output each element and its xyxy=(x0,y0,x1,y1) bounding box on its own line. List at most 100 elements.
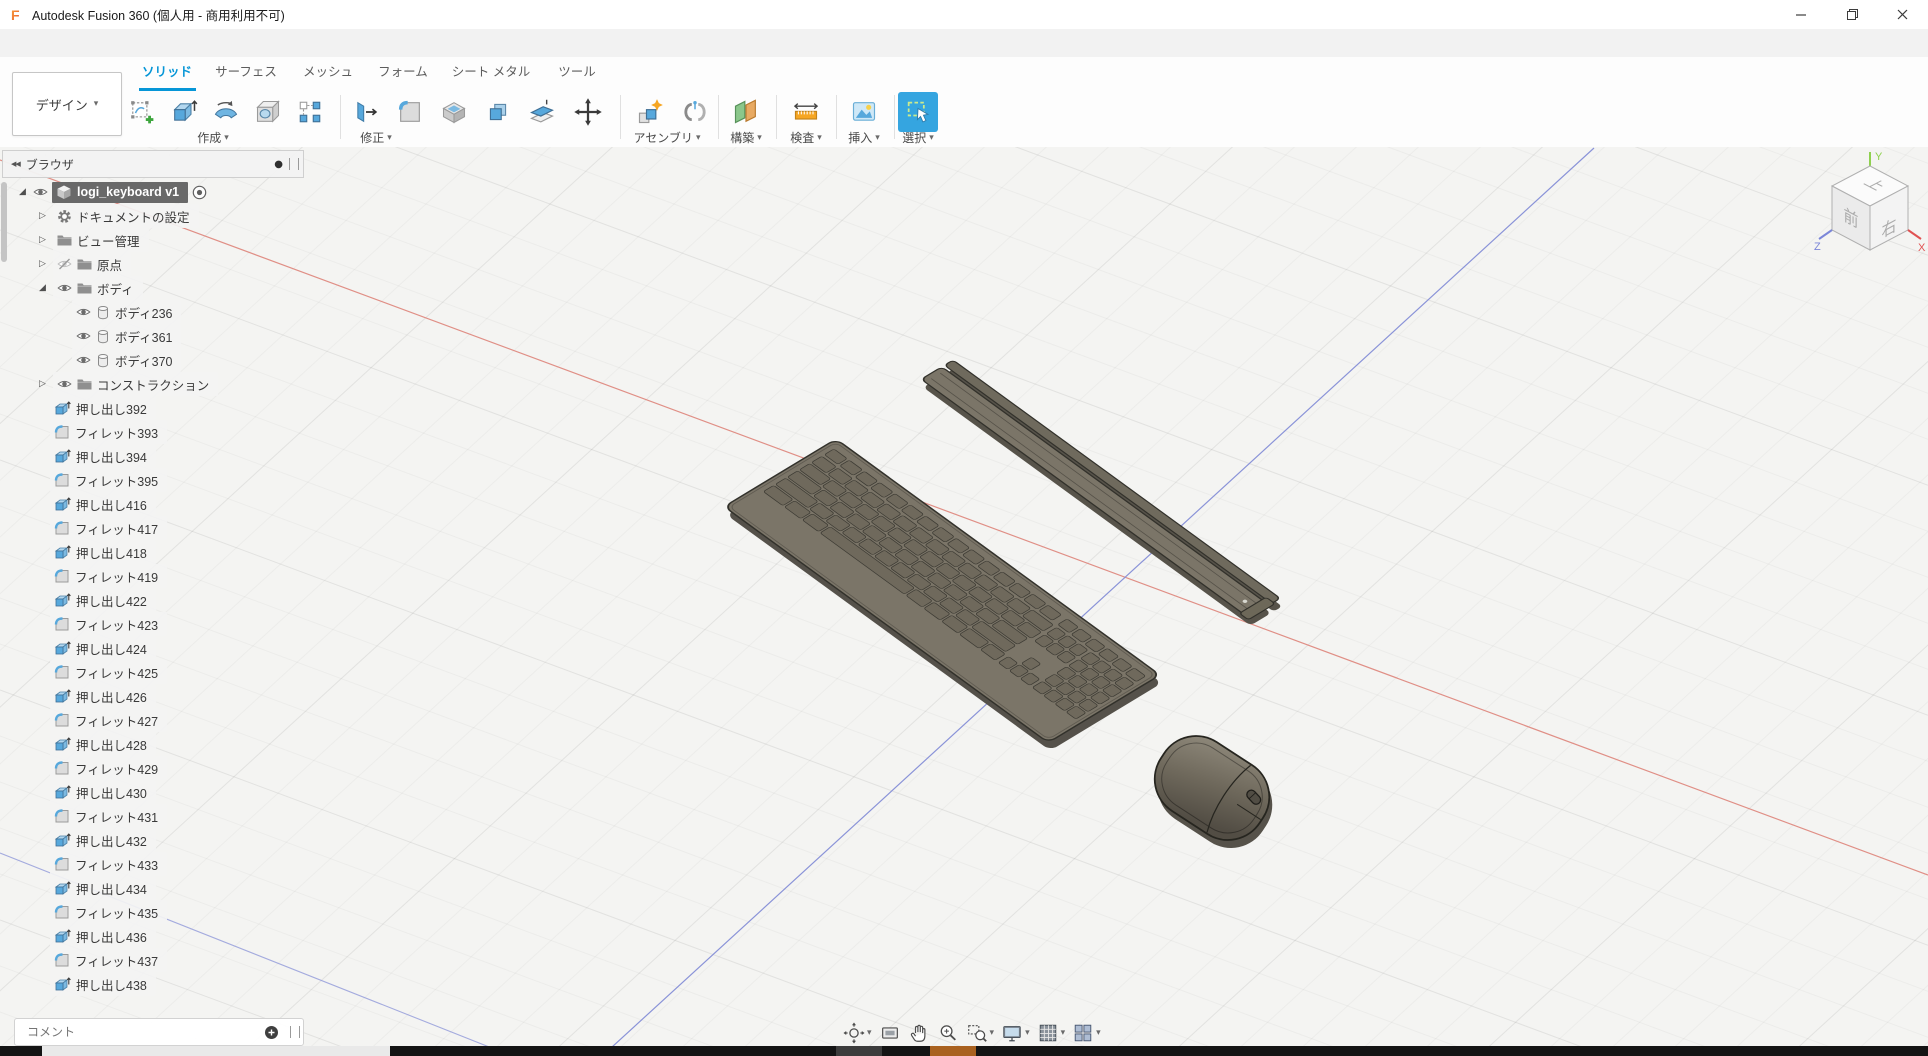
viewports-settings[interactable]: ▾ xyxy=(1072,1022,1101,1044)
new-component-button[interactable] xyxy=(633,95,667,129)
insert-canvas-button[interactable] xyxy=(847,95,881,129)
construction-plane-button[interactable] xyxy=(729,95,763,129)
combine-button[interactable] xyxy=(481,95,515,129)
browser-folder-item[interactable]: ▷原点 xyxy=(0,252,320,276)
close-button[interactable] xyxy=(1877,0,1928,29)
joint-button[interactable] xyxy=(678,95,712,129)
group-assemble[interactable]: アセンブリ▾ xyxy=(634,129,701,146)
comment-resize-handle[interactable] xyxy=(290,1026,300,1038)
group-create[interactable]: 作成▾ xyxy=(197,129,229,146)
history-feature-item[interactable]: 押し出し430 xyxy=(0,780,320,804)
history-feature-item[interactable]: フィレット431 xyxy=(0,804,320,828)
group-select[interactable]: 選択▾ xyxy=(902,129,934,146)
history-feature-item[interactable]: 押し出し424 xyxy=(0,636,320,660)
group-construct[interactable]: 構築▾ xyxy=(730,129,762,146)
offset-face-button[interactable] xyxy=(525,95,559,129)
fillet-button[interactable] xyxy=(393,95,427,129)
grid-icon xyxy=(1037,1022,1059,1044)
history-feature-item[interactable]: 押し出し428 xyxy=(0,732,320,756)
workspace-label: デザイン xyxy=(36,95,88,114)
viewport[interactable]: Y 上 前 右 Z X ◀◀ ブラウザ ● ◢logi_keyboard v1▷… xyxy=(0,147,1928,1046)
shell-button[interactable] xyxy=(437,95,471,129)
pan-tool[interactable] xyxy=(908,1022,930,1044)
tab-surface[interactable]: サーフェス xyxy=(215,61,277,80)
group-modify[interactable]: 修正▾ xyxy=(360,129,392,146)
history-feature-item[interactable]: 押し出し426 xyxy=(0,684,320,708)
tab-sheetmetal[interactable]: シート メタル xyxy=(452,61,530,80)
maximize-button[interactable] xyxy=(1827,0,1878,29)
browser-folder-item[interactable]: ▷コンストラクション xyxy=(0,372,320,396)
ribbon-separator xyxy=(776,95,777,139)
quick-access-toolbar: logi_keyboard v1* ✕ + ▾ ▾ ▾ 8/10 xyxy=(0,29,1928,58)
history-feature-item[interactable]: 押し出し438 xyxy=(0,972,320,996)
select-button[interactable] xyxy=(898,92,938,132)
panel-options-icon[interactable]: ● xyxy=(274,159,283,170)
history-feature-item[interactable]: フィレット417 xyxy=(0,516,320,540)
zoom-icon xyxy=(937,1022,959,1044)
history-feature-item[interactable]: フィレット393 xyxy=(0,420,320,444)
panel-resize-handle[interactable] xyxy=(289,158,299,170)
zoom-window-icon xyxy=(966,1022,988,1044)
group-inspect[interactable]: 検査▾ xyxy=(790,129,822,146)
group-insert[interactable]: 挿入▾ xyxy=(848,129,880,146)
look-at-tool[interactable] xyxy=(879,1022,901,1044)
grid-settings[interactable]: ▾ xyxy=(1037,1022,1066,1044)
browser-folder-item[interactable]: ◢ボディ xyxy=(0,276,320,300)
history-feature-item[interactable]: フィレット395 xyxy=(0,468,320,492)
history-feature-item[interactable]: 押し出し394 xyxy=(0,444,320,468)
tab-solid[interactable]: ソリッド xyxy=(142,61,192,80)
browser-folder-item[interactable]: ▷ビュー管理 xyxy=(0,228,320,252)
fusion360-window: F Autodesk Fusion 360 (個人用 - 商用利用不可) log… xyxy=(0,0,1928,1056)
history-feature-item[interactable]: フィレット437 xyxy=(0,948,320,972)
create-sketch-button[interactable] xyxy=(125,95,159,129)
collapse-panel-icon[interactable]: ◀◀ xyxy=(11,160,20,168)
add-comment-icon[interactable] xyxy=(264,1025,279,1040)
viewcube[interactable]: Y 上 前 右 Z X xyxy=(1812,148,1928,270)
comment-input[interactable] xyxy=(15,1024,264,1040)
browser-folder-item[interactable]: ▷ドキュメントの設定 xyxy=(0,204,320,228)
history-feature-item[interactable]: フィレット433 xyxy=(0,852,320,876)
move-button[interactable] xyxy=(571,95,605,129)
tab-mesh[interactable]: メッシュ xyxy=(303,61,353,80)
browser-body-item[interactable]: ボディ236 xyxy=(0,300,320,324)
active-tab-underline xyxy=(139,88,196,91)
browser-header[interactable]: ◀◀ ブラウザ ● xyxy=(2,150,304,178)
display-settings[interactable]: ▾ xyxy=(1001,1022,1030,1044)
history-feature-item[interactable]: 押し出し416 xyxy=(0,492,320,516)
tab-form[interactable]: フォーム xyxy=(378,61,428,80)
svg-text:F: F xyxy=(11,7,20,23)
history-feature-item[interactable]: 押し出し422 xyxy=(0,588,320,612)
history-feature-item[interactable]: フィレット435 xyxy=(0,900,320,924)
press-pull-button[interactable] xyxy=(349,95,383,129)
history-feature-item[interactable]: フィレット427 xyxy=(0,708,320,732)
browser-body-item[interactable]: ボディ370 xyxy=(0,348,320,372)
minimize-button[interactable] xyxy=(1776,0,1827,29)
hole-button[interactable] xyxy=(251,95,285,129)
comment-box[interactable] xyxy=(14,1018,304,1046)
history-feature-item[interactable]: 押し出し392 xyxy=(0,396,320,420)
browser-body-item[interactable]: ボディ361 xyxy=(0,324,320,348)
history-feature-item[interactable]: 押し出し434 xyxy=(0,876,320,900)
history-feature-item[interactable]: フィレット419 xyxy=(0,564,320,588)
pattern-button[interactable] xyxy=(293,95,327,129)
history-feature-item[interactable]: フィレット423 xyxy=(0,612,320,636)
zoom-tool[interactable] xyxy=(937,1022,959,1044)
measure-button[interactable] xyxy=(789,95,823,129)
ribbon-separator xyxy=(718,95,719,139)
revolve-button[interactable] xyxy=(209,95,243,129)
orbit-tool[interactable]: ▾ xyxy=(843,1022,872,1044)
ribbon-separator xyxy=(620,95,621,139)
viewports-icon xyxy=(1072,1022,1094,1044)
navigation-bar: ▾ ▾ ▾ ▾ xyxy=(843,1020,1101,1046)
history-feature-item[interactable]: フィレット425 xyxy=(0,660,320,684)
history-feature-item[interactable]: フィレット429 xyxy=(0,756,320,780)
extrude-button[interactable] xyxy=(167,95,201,129)
tab-tools[interactable]: ツール xyxy=(558,61,596,80)
history-feature-item[interactable]: 押し出し436 xyxy=(0,924,320,948)
zoom-window-tool[interactable]: ▾ xyxy=(966,1022,995,1044)
history-feature-item[interactable]: 押し出し432 xyxy=(0,828,320,852)
workspace-selector[interactable]: デザイン ▾ xyxy=(12,72,122,136)
workspace-caret: ▾ xyxy=(94,99,99,109)
browser-root[interactable]: ◢logi_keyboard v1 xyxy=(0,180,320,204)
history-feature-item[interactable]: 押し出し418 xyxy=(0,540,320,564)
